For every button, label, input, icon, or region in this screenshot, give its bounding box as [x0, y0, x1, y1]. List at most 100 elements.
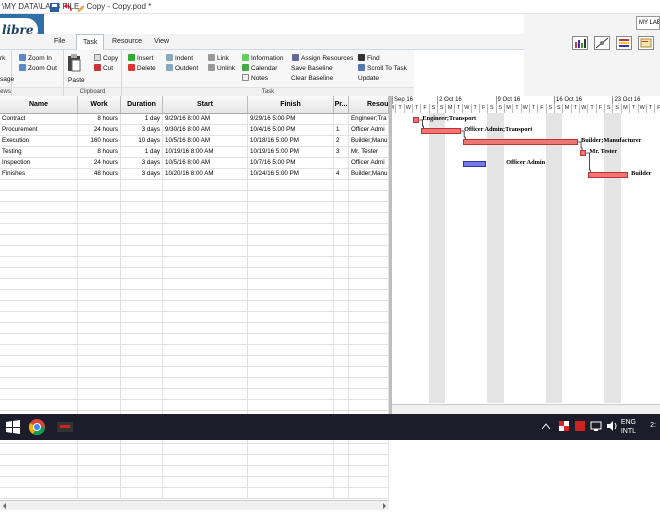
- cell-start[interactable]: [163, 268, 248, 279]
- cell-start[interactable]: 9/30/16 8:00 AM: [163, 125, 248, 136]
- cell-finish[interactable]: [248, 290, 334, 301]
- cell-pred[interactable]: [334, 455, 349, 466]
- cell-start[interactable]: 10/20/16 8:00 AM: [163, 169, 248, 180]
- copy-button[interactable]: Copy: [94, 54, 118, 63]
- cell-res[interactable]: [349, 334, 389, 345]
- table-row[interactable]: Finishes 48 hours 3 days 10/20/16 8:00 AM 10…: [0, 169, 389, 180]
- cell-work[interactable]: 160 hours: [78, 136, 121, 147]
- cell-pred[interactable]: [334, 356, 349, 367]
- cell-name[interactable]: [0, 268, 78, 279]
- cell-finish[interactable]: 10/24/16 5:00 PM: [248, 169, 334, 180]
- cell-start[interactable]: [163, 334, 248, 345]
- cell-start[interactable]: [163, 367, 248, 378]
- cell-res[interactable]: [349, 400, 389, 411]
- cell-pred[interactable]: [334, 477, 349, 488]
- cell-duration[interactable]: 3 days: [121, 158, 163, 169]
- tray-arrow-icon[interactable]: [540, 421, 552, 433]
- link-button[interactable]: Link: [208, 54, 229, 63]
- save-icon[interactable]: [50, 3, 60, 13]
- cell-work[interactable]: [78, 444, 121, 455]
- menu-resource[interactable]: Resource: [106, 34, 148, 50]
- cell-res[interactable]: Officer Admi: [349, 125, 389, 136]
- table-row[interactable]: [0, 257, 389, 268]
- cell-work[interactable]: [78, 389, 121, 400]
- app-taskbar-icon[interactable]: [56, 418, 74, 436]
- cell-duration[interactable]: [121, 246, 163, 257]
- cell-work[interactable]: [78, 356, 121, 367]
- cell-finish[interactable]: [248, 257, 334, 268]
- cell-pred[interactable]: [334, 323, 349, 334]
- cell-duration[interactable]: [121, 312, 163, 323]
- cell-res[interactable]: [349, 378, 389, 389]
- cell-pred[interactable]: [334, 466, 349, 477]
- resource-usage-icon[interactable]: [616, 36, 632, 50]
- cell-finish[interactable]: [248, 356, 334, 367]
- cell-finish[interactable]: 10/4/16 5:00 PM: [248, 125, 334, 136]
- cell-duration[interactable]: [121, 257, 163, 268]
- cell-duration[interactable]: [121, 367, 163, 378]
- cell-name[interactable]: [0, 246, 78, 257]
- cell-name[interactable]: [0, 312, 78, 323]
- cell-start[interactable]: [163, 301, 248, 312]
- cell-res[interactable]: Officer Admi: [349, 158, 389, 169]
- cell-duration[interactable]: [121, 279, 163, 290]
- cell-work[interactable]: 8 hours: [78, 114, 121, 125]
- cell-res[interactable]: Builder;Manu: [349, 169, 389, 180]
- cell-finish[interactable]: [248, 444, 334, 455]
- table-row[interactable]: Execution 160 hours 10 days 10/5/16 8:00 AM…: [0, 136, 389, 147]
- cell-start[interactable]: [163, 191, 248, 202]
- cell-pred[interactable]: [334, 279, 349, 290]
- menu-task[interactable]: Task: [76, 34, 105, 51]
- cell-finish[interactable]: 9/29/16 5:00 PM: [248, 114, 334, 125]
- task-usage-icon[interactable]: [638, 36, 654, 50]
- cell-pred[interactable]: 4: [334, 169, 349, 180]
- cell-res[interactable]: [349, 246, 389, 257]
- cell-work[interactable]: [78, 466, 121, 477]
- menu-file[interactable]: File: [48, 34, 71, 50]
- table-row[interactable]: [0, 279, 389, 290]
- cell-duration[interactable]: [121, 356, 163, 367]
- cell-finish[interactable]: [248, 279, 334, 290]
- cell-res[interactable]: [349, 356, 389, 367]
- cell-duration[interactable]: [121, 213, 163, 224]
- cell-res[interactable]: [349, 268, 389, 279]
- cell-finish[interactable]: 10/19/16 5:00 PM: [248, 147, 334, 158]
- cell-duration[interactable]: [121, 301, 163, 312]
- cell-res[interactable]: Mr. Tester: [349, 147, 389, 158]
- table-row[interactable]: [0, 367, 389, 378]
- insert-button[interactable]: Insert: [128, 54, 153, 63]
- cell-name[interactable]: [0, 488, 78, 499]
- cell-res[interactable]: [349, 367, 389, 378]
- cell-finish[interactable]: [248, 477, 334, 488]
- cell-name[interactable]: [0, 191, 78, 202]
- cell-name[interactable]: [0, 455, 78, 466]
- table-row[interactable]: [0, 389, 389, 400]
- cell-finish[interactable]: [248, 323, 334, 334]
- table-row[interactable]: [0, 235, 389, 246]
- cell-duration[interactable]: 3 days: [121, 169, 163, 180]
- cell-pred[interactable]: [334, 488, 349, 499]
- clear-baseline-button[interactable]: Clear Baseline: [291, 74, 333, 83]
- cell-work[interactable]: [78, 455, 121, 466]
- information-button[interactable]: Information: [242, 54, 284, 63]
- paste-icon[interactable]: [67, 54, 85, 76]
- cell-work[interactable]: [78, 290, 121, 301]
- cell-start[interactable]: [163, 466, 248, 477]
- cell-start[interactable]: [163, 279, 248, 290]
- cell-pred[interactable]: [334, 158, 349, 169]
- cell-pred[interactable]: [334, 290, 349, 301]
- cell-pred[interactable]: [334, 389, 349, 400]
- cell-duration[interactable]: [121, 180, 163, 191]
- cell-work[interactable]: 8 hours: [78, 147, 121, 158]
- header-name[interactable]: Name: [0, 96, 78, 114]
- cell-pred[interactable]: [334, 213, 349, 224]
- header-duration[interactable]: Duration: [121, 96, 163, 114]
- cell-pred[interactable]: [334, 257, 349, 268]
- cell-pred[interactable]: 2: [334, 136, 349, 147]
- cell-res[interactable]: [349, 389, 389, 400]
- cell-start[interactable]: [163, 378, 248, 389]
- cell-finish[interactable]: [248, 301, 334, 312]
- cell-work[interactable]: [78, 268, 121, 279]
- cell-work[interactable]: [78, 213, 121, 224]
- zoom-in-button[interactable]: Zoom In: [19, 54, 52, 63]
